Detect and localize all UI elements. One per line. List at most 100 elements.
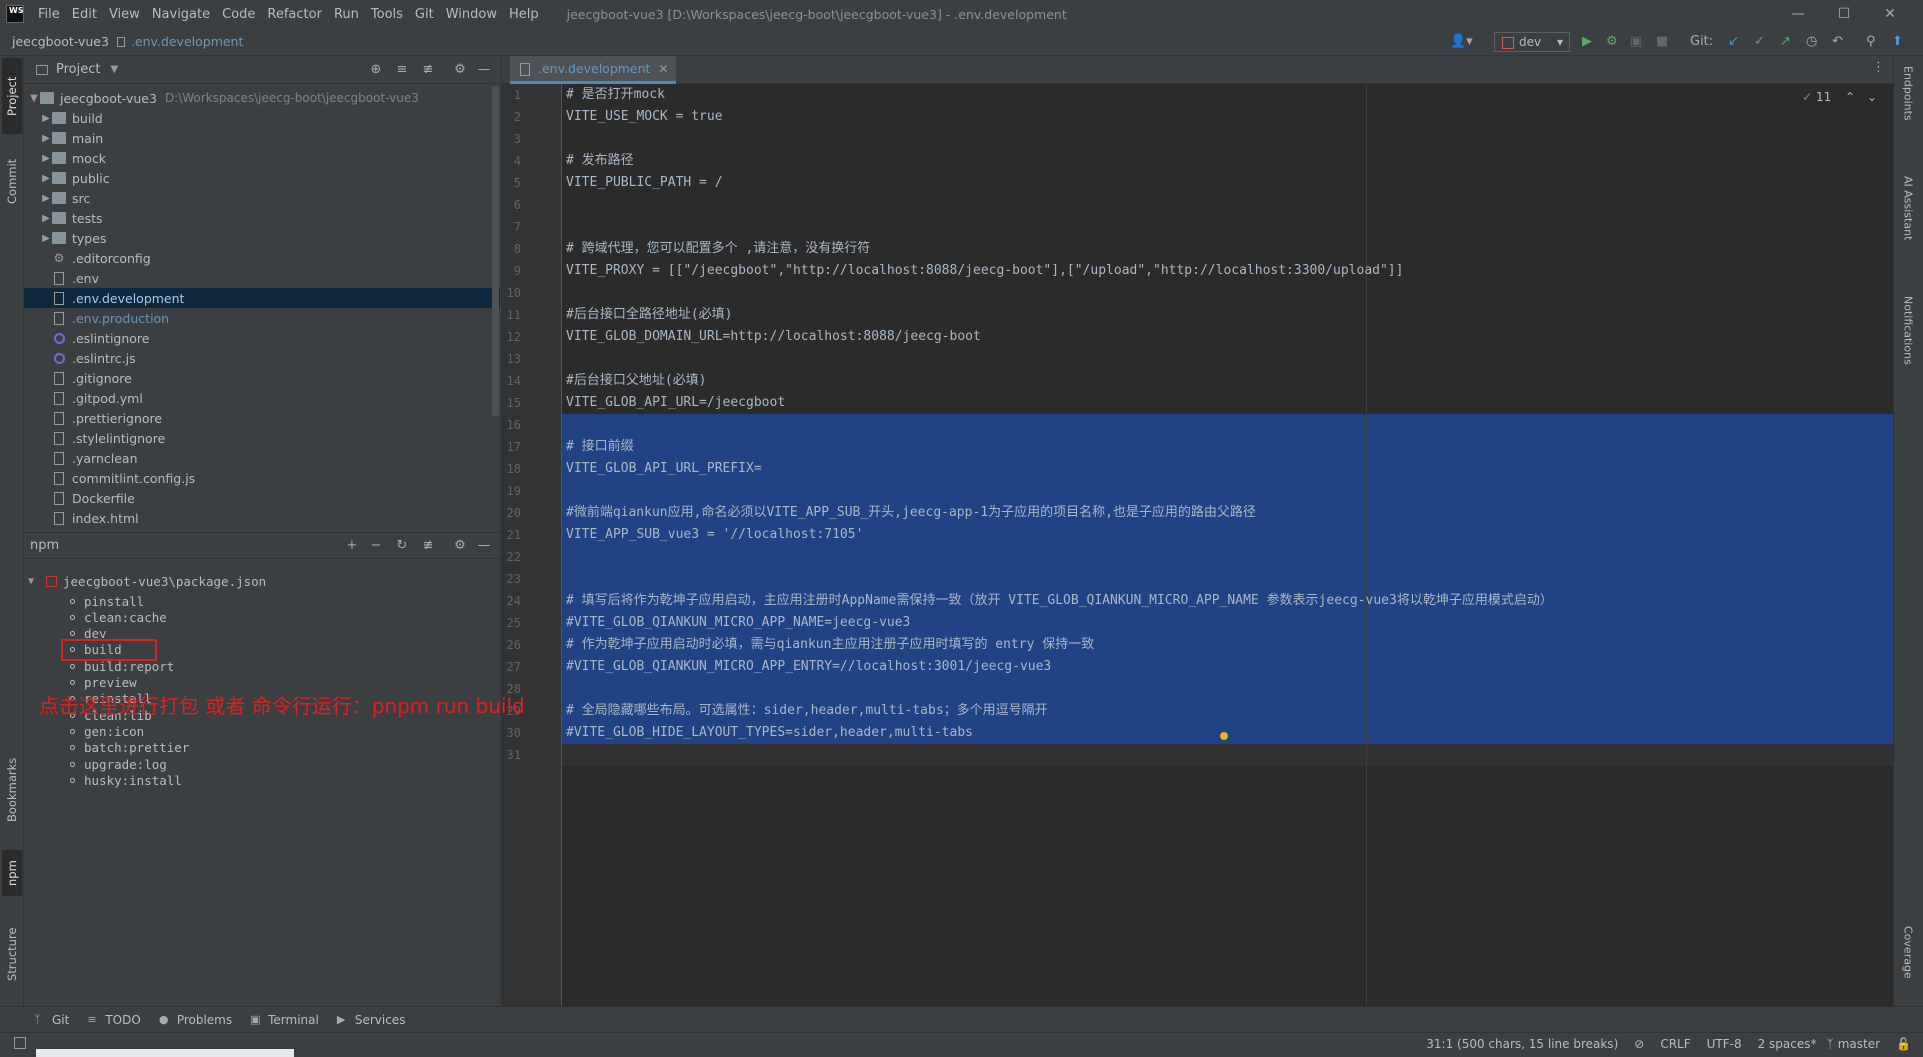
menu-refactor[interactable]: Refactor: [261, 7, 328, 22]
breadcrumb-file[interactable]: .env.development: [131, 34, 243, 49]
git-commit-icon[interactable]: ✓: [1754, 34, 1765, 50]
code-line[interactable]: # 发布路径: [566, 150, 634, 172]
remove-icon[interactable]: −: [368, 538, 384, 553]
git-push-icon[interactable]: ↗: [1780, 34, 1791, 50]
git-update-icon[interactable]: ↙: [1728, 34, 1739, 50]
chevron-down-icon[interactable]: ⌄: [1867, 90, 1877, 104]
menu-window[interactable]: Window: [440, 7, 503, 22]
tool-todo[interactable]: ≡ TODO: [87, 1013, 140, 1027]
tree-item[interactable]: .prettierignore: [24, 408, 500, 428]
file-encoding[interactable]: UTF-8: [1707, 1037, 1742, 1051]
tree-item[interactable]: ▶ tests: [24, 208, 500, 228]
run-config-select[interactable]: dev ▾: [1494, 32, 1570, 52]
git-branch[interactable]: master: [1838, 1037, 1880, 1051]
code-line[interactable]: VITE_GLOB_API_URL_PREFIX=: [566, 458, 762, 480]
code-line[interactable]: # 填写后将作为乾坤子应用启动，主应用注册时AppName需保持一致（放开 VI…: [566, 590, 1553, 612]
code-line[interactable]: VITE_USE_MOCK = true: [566, 106, 723, 128]
add-icon[interactable]: +: [344, 538, 360, 553]
tree-item[interactable]: ▶ main: [24, 128, 500, 148]
code-line[interactable]: # 接口前缀: [566, 436, 634, 458]
code-line[interactable]: #VITE_GLOB_QIANKUN_MICRO_APP_NAME=jeecg-…: [566, 612, 910, 634]
no-inspection-icon[interactable]: ⊘: [1634, 1037, 1644, 1051]
code-line[interactable]: #微前端qiankun应用,命名必须以VITE_APP_SUB_开头,jeecg…: [566, 502, 1256, 524]
tree-item[interactable]: .gitignore: [24, 368, 500, 388]
tree-item[interactable]: Dockerfile: [24, 488, 500, 508]
update-icon[interactable]: ⬆: [1892, 34, 1903, 50]
npm-package-node[interactable]: ▼ jeecgboot-vue3\package.json: [24, 571, 500, 591]
tool-tab-bookmarks[interactable]: Bookmarks: [2, 748, 22, 832]
chevron-down-icon[interactable]: ▼: [110, 64, 118, 75]
lightbulb-icon[interactable]: [1220, 732, 1228, 740]
hide-icon[interactable]: —: [476, 62, 492, 77]
close-tab-icon[interactable]: ✕: [658, 62, 668, 76]
tree-item[interactable]: .env.development: [24, 288, 500, 308]
collapse-all-icon[interactable]: ≢: [420, 538, 436, 553]
menu-file[interactable]: File: [32, 7, 66, 22]
coverage-run-icon[interactable]: ▣: [1630, 34, 1642, 50]
history-icon[interactable]: ◷: [1806, 34, 1817, 50]
tree-item[interactable]: .eslintignore: [24, 328, 500, 348]
code-line[interactable]: #VITE_GLOB_HIDE_LAYOUT_TYPES=sider,heade…: [566, 722, 973, 744]
stop-icon[interactable]: ■: [1656, 34, 1668, 50]
tree-item[interactable]: ▶ mock: [24, 148, 500, 168]
code-line[interactable]: #VITE_GLOB_QIANKUN_MICRO_APP_ENTRY=//loc…: [566, 656, 1051, 678]
caret-position[interactable]: 31:1 (500 chars, 15 line breaks): [1426, 1037, 1618, 1051]
refresh-icon[interactable]: ↻: [394, 538, 410, 553]
tree-root[interactable]: ▼ jeecgboot-vue3 D:\Workspaces\jeecg-boot\…: [24, 88, 500, 108]
breadcrumb-project[interactable]: jeecgboot-vue3: [12, 34, 109, 49]
menu-git[interactable]: Git: [409, 7, 440, 22]
run-icon[interactable]: ▶: [1582, 34, 1592, 50]
inspection-widget[interactable]: ✓ 11 ⌃ ⌄: [1802, 90, 1877, 104]
code-line[interactable]: VITE_PUBLIC_PATH = /: [566, 172, 723, 194]
chevron-up-icon[interactable]: ⌃: [1845, 90, 1855, 104]
code-line[interactable]: # 跨域代理，您可以配置多个 ,请注意，没有换行符: [566, 238, 870, 260]
minimize-icon[interactable]: —: [1775, 0, 1821, 28]
tree-item[interactable]: .yarnclean: [24, 448, 500, 468]
tool-services[interactable]: ▶ Services: [337, 1013, 406, 1027]
locate-icon[interactable]: ⊕: [368, 62, 384, 77]
tool-terminal[interactable]: ▣ Terminal: [250, 1013, 319, 1027]
code-editor[interactable]: 1 2 3 4 5 6 7 8 9 10 11 12 13 14 15 16 17 18 19 20 21 22 23 24 2…: [502, 84, 1893, 1018]
more-icon[interactable]: ⋮: [1872, 60, 1885, 75]
tree-item[interactable]: ▶ types: [24, 228, 500, 248]
tree-item[interactable]: .env.production: [24, 308, 500, 328]
line-number-gutter[interactable]: 1 2 3 4 5 6 7 8 9 10 11 12 13 14 15 16 17 18 19 20 21 22 23 24 2…: [502, 84, 562, 1018]
debug-icon[interactable]: ⚙: [1606, 34, 1618, 50]
gear-icon[interactable]: ⚙: [452, 538, 468, 553]
code-line[interactable]: #后台接口全路径地址(必填): [566, 304, 732, 326]
tree-item[interactable]: .eslintrc.js: [24, 348, 500, 368]
tree-item[interactable]: ▶ src: [24, 188, 500, 208]
tool-tab-endpoints[interactable]: Endpoints: [1898, 66, 1918, 166]
menu-run[interactable]: Run: [328, 7, 365, 22]
menu-edit[interactable]: Edit: [66, 7, 103, 22]
tool-git[interactable]: ᛉ Git: [34, 1013, 69, 1027]
menu-view[interactable]: View: [103, 7, 146, 22]
tree-item[interactable]: .env: [24, 268, 500, 288]
menu-navigate[interactable]: Navigate: [146, 7, 216, 22]
tool-problems[interactable]: ● Problems: [159, 1013, 232, 1027]
indent-setting[interactable]: 2 spaces*: [1758, 1037, 1817, 1051]
code-line[interactable]: # 作为乾坤子应用启动时必填，需与qiankun主应用注册子应用时填写的 ent…: [566, 634, 1094, 656]
collapse-all-icon[interactable]: ≢: [420, 62, 436, 77]
code-line[interactable]: # 全局隐藏哪些布局。可选属性：sider,header,multi-tabs；…: [566, 700, 1048, 722]
menu-tools[interactable]: Tools: [365, 7, 409, 22]
user-icon[interactable]: 👤▾: [1450, 34, 1473, 50]
layout-icon[interactable]: [14, 1037, 26, 1049]
tree-item[interactable]: ⚙ .editorconfig: [24, 248, 500, 268]
tool-tab-ai-assistant[interactable]: AI Assistant: [1898, 176, 1918, 276]
tree-item[interactable]: .stylelintignore: [24, 428, 500, 448]
npm-script-husky-install[interactable]: husky:install: [24, 770, 500, 790]
code-line[interactable]: VITE_PROXY = [["/jeecgboot","http://loca…: [566, 260, 1403, 282]
project-panel-title[interactable]: Project: [56, 62, 100, 77]
menu-help[interactable]: Help: [503, 7, 545, 22]
code-line[interactable]: # 是否打开mock: [566, 84, 665, 106]
close-icon[interactable]: ✕: [1867, 0, 1913, 28]
tool-tab-coverage[interactable]: Coverage: [1898, 926, 1918, 1006]
tool-tab-commit[interactable]: Commit: [2, 148, 22, 214]
maximize-icon[interactable]: ☐: [1821, 0, 1867, 28]
tree-item[interactable]: commitlint.config.js: [24, 468, 500, 488]
editor-tab-env-development[interactable]: .env.development ✕: [510, 56, 677, 84]
tool-tab-notifications[interactable]: Notifications: [1898, 296, 1918, 396]
tree-item[interactable]: ▶ build: [24, 108, 500, 128]
tree-item[interactable]: .gitpod.yml: [24, 388, 500, 408]
